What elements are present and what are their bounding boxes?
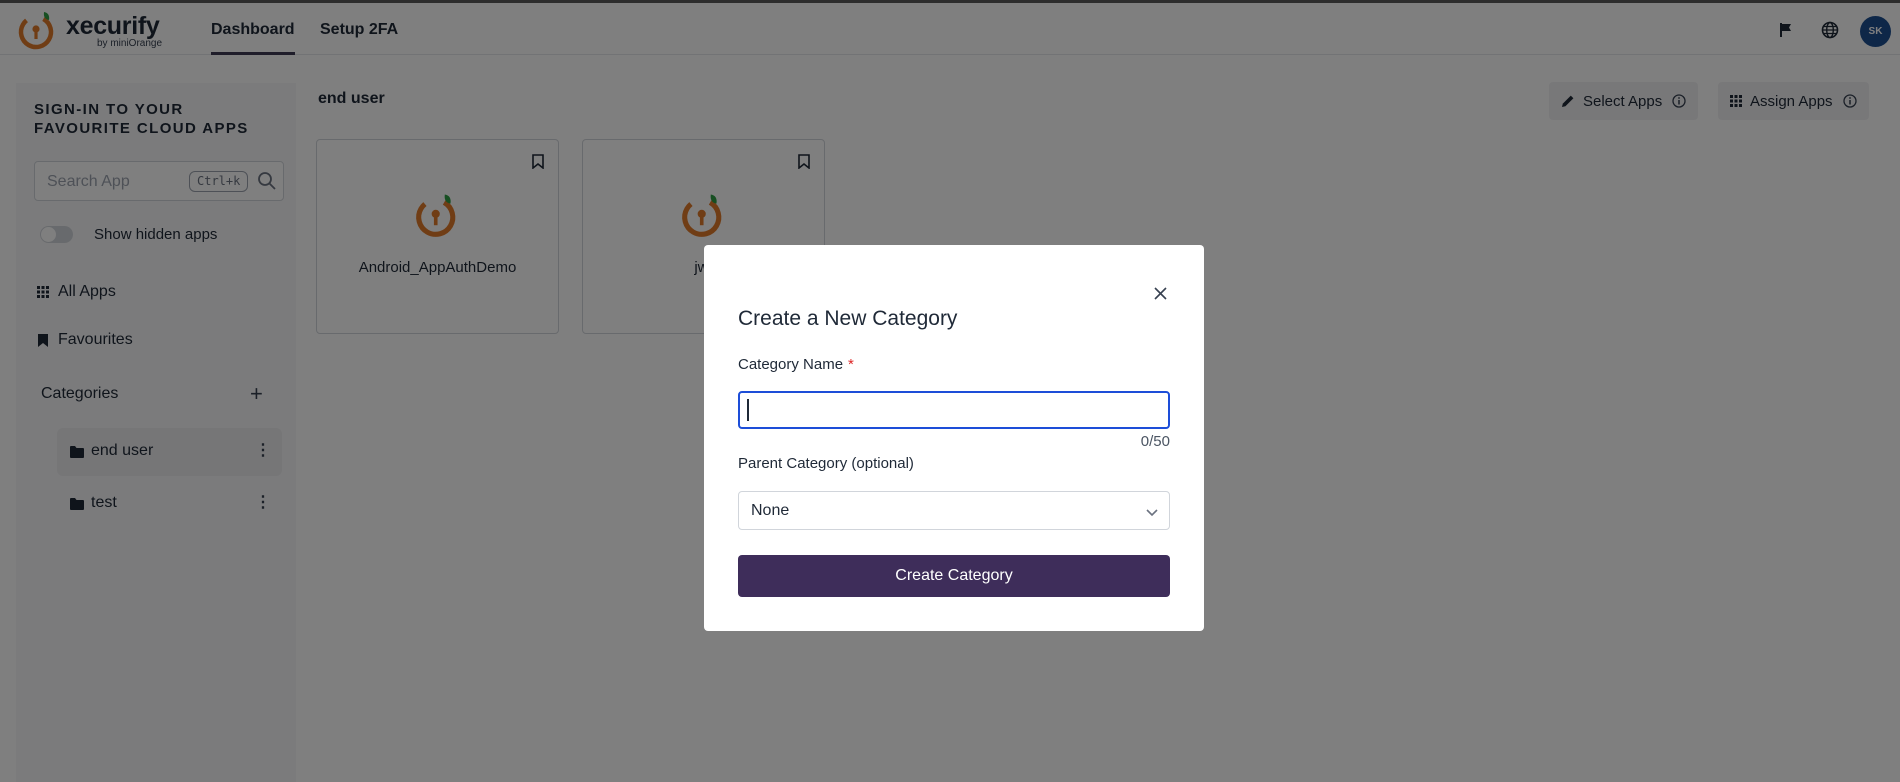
dialog-title: Create a New Category <box>738 307 958 330</box>
create-category-dialog: Create a New Category Category Name * 0/5… <box>704 245 1204 631</box>
create-category-button[interactable]: Create Category <box>738 555 1170 597</box>
text-cursor <box>747 399 749 421</box>
character-counter: 0/50 <box>1140 433 1170 450</box>
category-name-input[interactable] <box>738 391 1170 429</box>
parent-category-value: None <box>751 502 790 519</box>
parent-category-select[interactable]: None <box>738 491 1170 530</box>
category-name-label-text: Category Name <box>738 356 844 373</box>
required-marker: * <box>848 356 854 373</box>
chevron-down-icon <box>1145 505 1159 523</box>
parent-category-label: Parent Category (optional) <box>738 455 914 472</box>
category-name-label: Category Name * <box>738 356 854 373</box>
close-icon[interactable] <box>1150 283 1170 303</box>
